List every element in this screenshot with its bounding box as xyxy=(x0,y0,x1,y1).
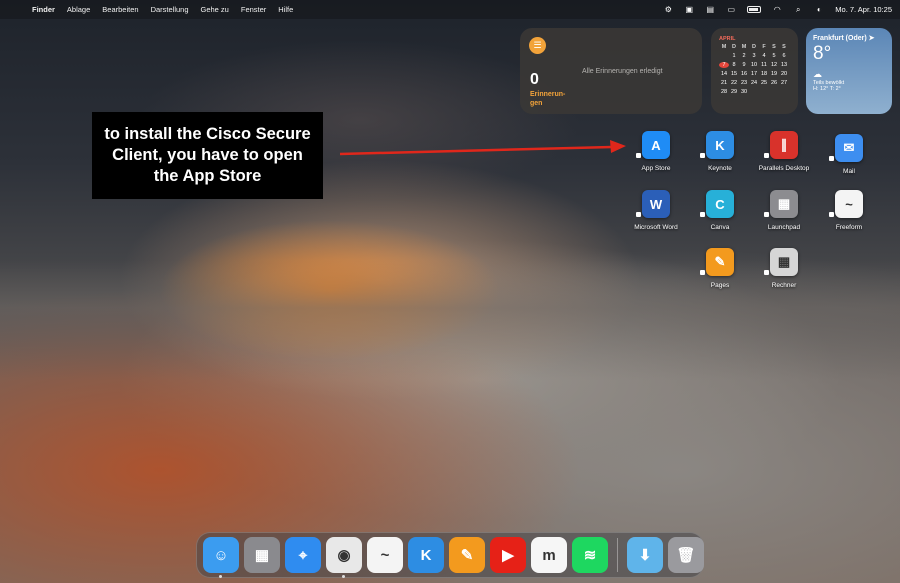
chrome-icon[interactable]: ◉ xyxy=(326,537,362,578)
safari-icon[interactable]: ⌖ xyxy=(285,537,321,573)
running-indicator xyxy=(342,575,345,578)
trash-icon[interactable]: 🗑 xyxy=(668,537,704,573)
pages-icon[interactable]: ✎ xyxy=(449,537,485,573)
youtube-icon[interactable]: ▶ xyxy=(490,537,526,573)
dock-separator xyxy=(617,538,618,572)
freeform-icon[interactable]: ~ xyxy=(367,537,403,573)
running-indicator xyxy=(219,575,222,578)
keynote-icon[interactable]: K xyxy=(408,537,444,573)
dock: ☺ ▦ ⌖ ◉ ~ K ✎ ▶ m ≋ ⬇ 🗑 xyxy=(196,532,704,578)
pointer-arrow xyxy=(339,140,626,156)
downloads-folder-icon[interactable]: ⬇ xyxy=(627,537,663,573)
moodle-icon[interactable]: m xyxy=(531,537,567,573)
finder-icon[interactable]: ☺ xyxy=(203,537,239,578)
launchpad-icon[interactable]: ▦ xyxy=(244,537,280,573)
spotify-icon[interactable]: ≋ xyxy=(572,537,608,573)
